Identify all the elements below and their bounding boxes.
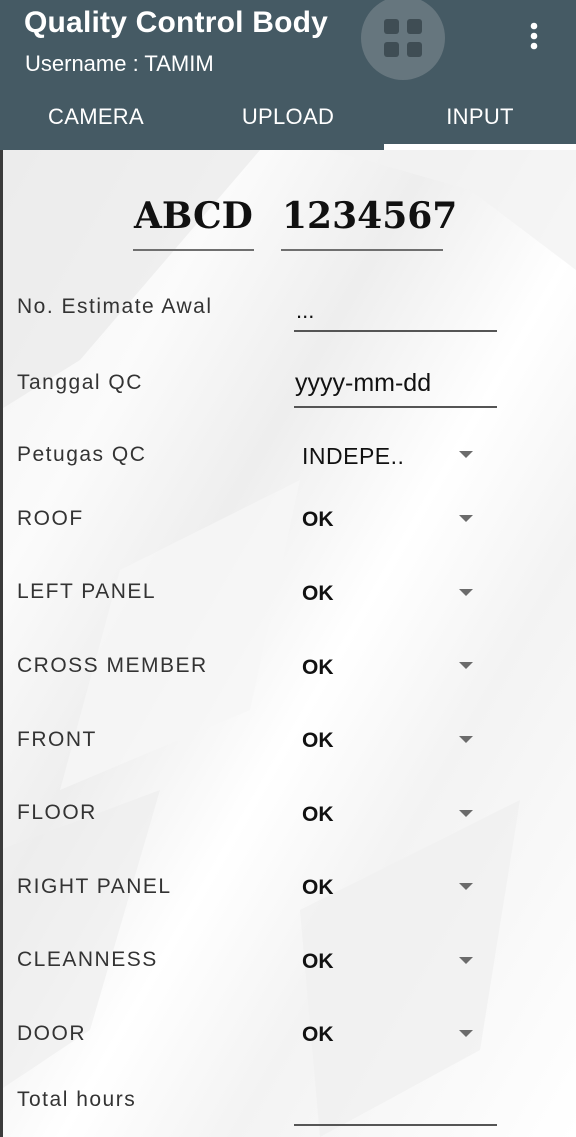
floor-select[interactable]: OK: [302, 803, 334, 827]
cleanness-label: CLEANNESS: [17, 948, 158, 971]
tab-upload[interactable]: UPLOAD: [192, 100, 384, 134]
arrow-drop-down-icon[interactable]: [459, 957, 473, 964]
left-border: [0, 150, 3, 1137]
arrow-drop-down-icon[interactable]: [459, 883, 473, 890]
app-bar: Quality Control Body Username : TAMIM CA…: [0, 0, 576, 150]
cleanness-select[interactable]: OK: [302, 950, 334, 974]
more-vert-icon: [530, 22, 538, 50]
front-label: FRONT: [17, 728, 97, 751]
plate-letters-underline: [133, 249, 254, 251]
qc-officer-select[interactable]: INDEPE..: [302, 443, 404, 470]
roof-label: ROOF: [17, 507, 84, 530]
arrow-drop-down-icon[interactable]: [459, 736, 473, 743]
qc-date-label: Tanggal QC: [17, 371, 143, 394]
estimate-underline: [294, 330, 497, 332]
plate-letters-field[interactable]: ABCD: [134, 195, 253, 237]
app-title: Quality Control Body: [24, 6, 328, 39]
grid-menu-button[interactable]: [361, 0, 445, 80]
cross-member-select[interactable]: OK: [302, 656, 334, 680]
roof-select[interactable]: OK: [302, 508, 334, 532]
left-panel-label: LEFT PANEL: [17, 580, 157, 603]
arrow-drop-down-icon[interactable]: [459, 662, 473, 669]
overflow-menu-button[interactable]: [521, 22, 547, 54]
cross-member-label: CROSS MEMBER: [17, 654, 208, 677]
door-label: DOOR: [17, 1022, 86, 1045]
qc-officer-label: Petugas QC: [17, 443, 147, 466]
front-select[interactable]: OK: [302, 729, 334, 753]
qc-date-input[interactable]: yyyy-mm-dd: [295, 369, 431, 398]
total-hours-label: Total hours: [17, 1088, 137, 1111]
arrow-drop-down-icon[interactable]: [459, 810, 473, 817]
arrow-drop-down-icon[interactable]: [459, 589, 473, 596]
plate-number-field[interactable]: 1234567: [282, 195, 457, 237]
door-select[interactable]: OK: [302, 1023, 334, 1047]
total-hours-underline: [294, 1124, 497, 1126]
tab-camera[interactable]: CAMERA: [0, 100, 192, 134]
username-label: Username : TAMIM: [25, 51, 214, 76]
right-panel-label: RIGHT PANEL: [17, 875, 172, 898]
floor-label: FLOOR: [17, 801, 97, 824]
grid-icon: [384, 19, 422, 57]
right-panel-select[interactable]: OK: [302, 876, 334, 900]
arrow-drop-down-icon[interactable]: [459, 451, 473, 458]
estimate-input[interactable]: ...: [296, 298, 314, 324]
left-panel-select[interactable]: OK: [302, 582, 334, 606]
arrow-drop-down-icon[interactable]: [459, 1030, 473, 1037]
tab-input[interactable]: INPUT: [384, 100, 576, 134]
plate-number-underline: [281, 249, 443, 251]
qc-date-underline: [294, 406, 497, 408]
estimate-label: No. Estimate Awal: [17, 295, 213, 318]
arrow-drop-down-icon[interactable]: [459, 515, 473, 522]
